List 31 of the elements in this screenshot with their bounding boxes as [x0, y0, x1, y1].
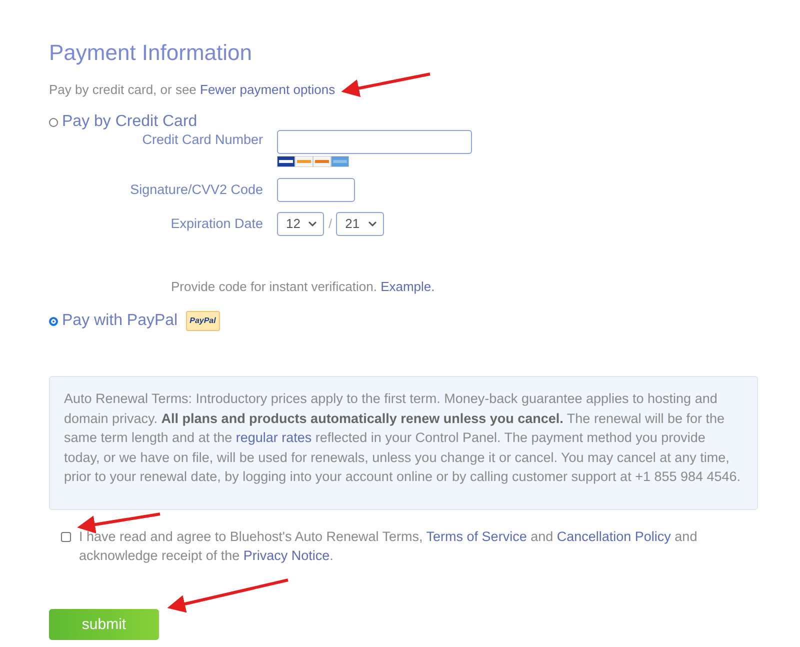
text-field[interactable] — [277, 178, 355, 202]
text-link[interactable]: Privacy Notice — [243, 548, 330, 563]
card-icon — [331, 156, 349, 167]
page-title: Payment Information — [49, 40, 253, 66]
card-icon — [277, 156, 295, 167]
agreement-checkbox[interactable] — [61, 532, 71, 542]
field-label: Credit Card Number — [141, 131, 264, 149]
help-text: Provide code for instant verification. Example. — [170, 278, 435, 296]
text-link[interactable]: Cancellation Policy — [556, 529, 671, 544]
radio-label[interactable]: Pay with PayPal — [62, 309, 178, 333]
field-label: Expiration Date — [170, 214, 264, 233]
text-link[interactable]: Example. — [380, 279, 435, 294]
agreement-text: I have read and agree to Bluehost's Auto Renewal Terms, Terms of Service and Cancellation Policy and acknowledge receipt of the Privacy Notice. — [79, 528, 698, 565]
intro-text: Pay by credit card, or see Fewer payment options — [49, 81, 336, 99]
chevron-down-icon — [368, 221, 377, 227]
card-icon — [313, 156, 331, 167]
radio-button[interactable] — [49, 118, 58, 126]
field-label: Signature/CVV2 Code — [129, 180, 264, 199]
separator-text: / — [328, 215, 332, 234]
text-link[interactable]: Terms of Service — [426, 529, 527, 544]
radio-button[interactable] — [49, 316, 58, 326]
card-icon — [295, 156, 313, 167]
text-field[interactable] — [277, 130, 472, 154]
text-link[interactable]: Fewer payment options — [200, 82, 336, 97]
chevron-down-icon — [308, 221, 318, 227]
paypal-badge: PayPal — [186, 311, 220, 331]
select-field[interactable]: 12 — [277, 212, 324, 236]
terms-text: Auto Renewal Terms: Introductory prices apply to the first term. Money-back guarantee applies to hosting and domain privacy. All plans and products automatically renew unless you cancel. The renewal will be for the same term length and at the regular rates reflected in your Control Panel. The payment method you provide today, or we have on file, will be used for renewals, unless you change it or cancel. You may cancel at any time, prior to your renewal date, by logging into your account online or by calling customer support at +1 855 984 4546. — [64, 390, 742, 486]
text-link[interactable]: regular rates — [236, 430, 312, 445]
radio-label[interactable]: Pay by Credit Card — [62, 110, 198, 134]
select-field[interactable]: 21 — [336, 212, 384, 236]
